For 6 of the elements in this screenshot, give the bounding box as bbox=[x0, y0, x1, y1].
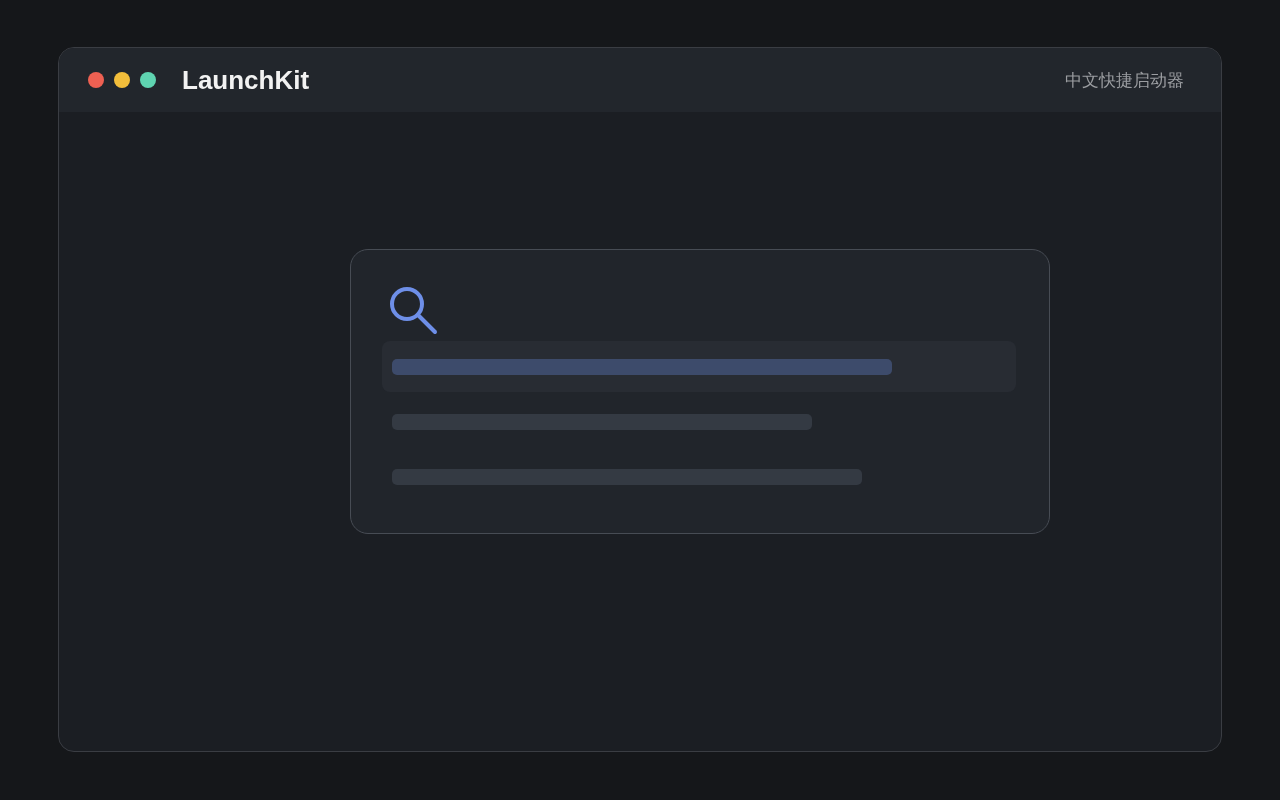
window-control-button[interactable] bbox=[88, 72, 104, 88]
app-subtitle: 中文快捷启动器 bbox=[1065, 69, 1184, 92]
window-control-button[interactable] bbox=[140, 72, 156, 88]
search-icon bbox=[388, 285, 438, 335]
app-title: LaunchKit bbox=[182, 64, 310, 96]
window-control-button[interactable] bbox=[114, 72, 130, 88]
